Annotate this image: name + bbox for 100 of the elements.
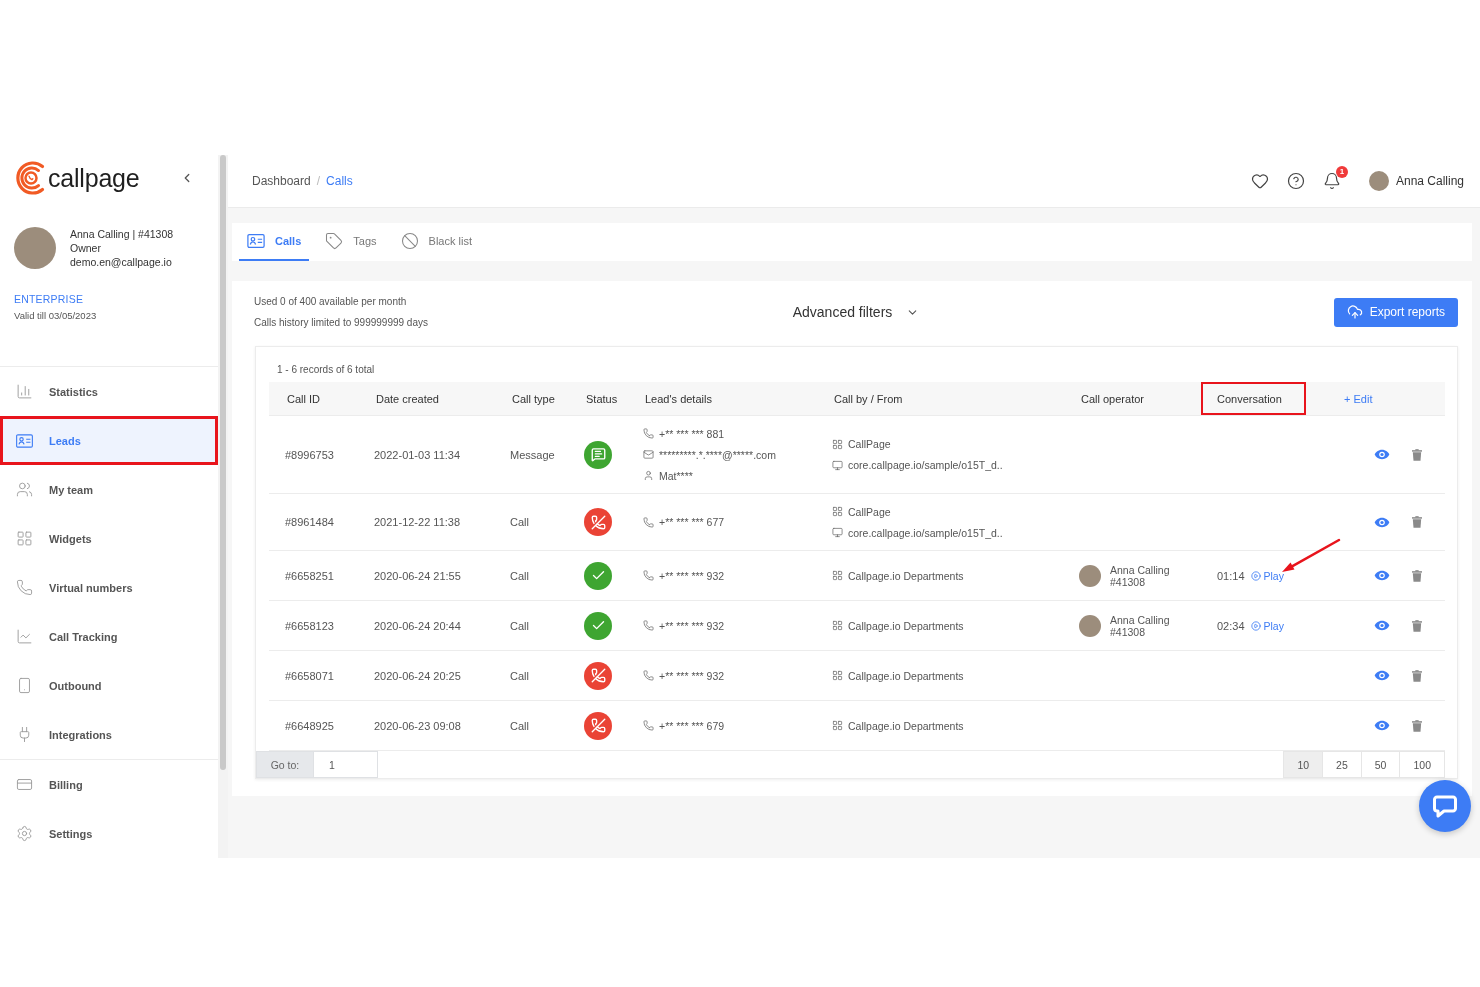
phone-icon xyxy=(643,570,654,581)
filters-toggle[interactable]: Advanced filters xyxy=(792,304,920,320)
plan-validity: Valid till 03/05/2023 xyxy=(14,309,98,323)
plan-name: ENTERPRISE xyxy=(14,292,85,307)
id-card-icon xyxy=(16,433,33,448)
table-cell-text: #6648925 xyxy=(284,718,335,734)
breadcrumb-link[interactable]: Dashboard xyxy=(252,174,311,188)
table-cell-text: #8996753 xyxy=(284,447,335,463)
call-duration: 01:14 xyxy=(1217,569,1245,582)
phone-icon xyxy=(643,620,654,631)
grid-icon xyxy=(16,530,33,547)
trash-icon[interactable] xyxy=(1412,516,1422,528)
widget-name: CallPage xyxy=(848,505,891,518)
table-cell-text: 2021-12-22 11:38 xyxy=(373,515,462,530)
operator-id: #41308 xyxy=(1110,625,1146,638)
table-cell-text: Call xyxy=(509,668,530,684)
trash-icon[interactable] xyxy=(1412,619,1422,632)
export-button[interactable]: Export reports xyxy=(1333,297,1458,327)
eye-icon[interactable] xyxy=(1374,620,1390,631)
page-url: core.callpage.io/sample/o15T_d.. xyxy=(848,459,1003,471)
mail-icon xyxy=(643,449,654,460)
avatar xyxy=(14,227,56,269)
monitor-icon xyxy=(832,527,843,538)
bell-icon[interactable] xyxy=(1322,172,1341,190)
play-icon xyxy=(1250,620,1261,631)
email-address: *********.*.****@*****.com xyxy=(659,448,776,461)
eye-icon[interactable] xyxy=(1374,570,1390,581)
avatar xyxy=(1368,171,1389,191)
table-cell-text: Call xyxy=(509,718,530,734)
help-icon[interactable] xyxy=(1286,172,1305,190)
phone-number: +** *** *** 679 xyxy=(659,719,725,732)
trash-icon[interactable] xyxy=(1412,669,1422,682)
table-cell-text: Call xyxy=(509,568,530,584)
table-cell-text: Call xyxy=(509,618,530,634)
settings-icon xyxy=(16,825,33,842)
tag-icon xyxy=(325,232,344,250)
tab[interactable]: Black list xyxy=(392,223,480,261)
profile-role: Owner xyxy=(70,241,102,255)
eye-icon[interactable] xyxy=(1374,670,1390,681)
phone-icon xyxy=(16,579,33,596)
play-link[interactable]: Play xyxy=(1250,569,1284,582)
eye-icon[interactable] xyxy=(1374,720,1390,731)
table-cell-text: 2020-06-24 21:55 xyxy=(373,568,462,584)
monitor-icon xyxy=(832,459,843,471)
lead-name: Mat**** xyxy=(659,469,693,482)
grid-icon xyxy=(832,620,843,631)
brand-name: callpage xyxy=(48,163,140,193)
edit-link[interactable]: + Edit xyxy=(1344,392,1373,405)
page-size-button[interactable]: 100 xyxy=(1399,751,1445,778)
table-cell-text: #6658251 xyxy=(284,568,335,584)
table-cell-text: #8961484 xyxy=(284,515,335,530)
grid-icon xyxy=(832,438,843,450)
ban-icon xyxy=(400,232,419,250)
tab[interactable]: Tags xyxy=(317,223,385,261)
phone-number: +** *** *** 677 xyxy=(659,516,725,528)
column-header: Conversation xyxy=(1201,382,1306,415)
table-cell-text: 2020-06-24 20:25 xyxy=(373,668,462,684)
heart-icon[interactable] xyxy=(1250,172,1269,190)
column-header: Status xyxy=(585,391,619,407)
line-chart-icon xyxy=(16,628,33,645)
bar-chart-icon xyxy=(16,383,33,400)
cloud-upload-icon xyxy=(1346,304,1363,320)
scrollbar-thumb[interactable] xyxy=(220,155,226,770)
chat-icon xyxy=(1432,794,1458,818)
grid-icon xyxy=(832,720,843,731)
widget-name: Callpage.io Departments xyxy=(848,569,964,582)
goto-label: Go to: xyxy=(256,751,314,778)
user-icon xyxy=(643,470,654,481)
grid-icon xyxy=(832,570,843,581)
tab[interactable]: Calls xyxy=(239,223,310,261)
trash-icon[interactable] xyxy=(1412,569,1422,582)
page-size-button[interactable]: 25 xyxy=(1322,751,1362,778)
page-input[interactable]: 1 xyxy=(314,751,378,778)
id-card-icon xyxy=(247,234,265,248)
breadcrumb-separator: / xyxy=(316,174,321,188)
widget-name: Callpage.io Departments xyxy=(848,619,964,632)
operator-name: Anna Calling xyxy=(1110,613,1170,626)
profile-email: demo.en@callpage.io xyxy=(70,255,173,269)
trash-icon[interactable] xyxy=(1412,448,1422,461)
breadcrumb-link[interactable]: Calls xyxy=(326,174,353,188)
play-icon xyxy=(1250,570,1261,581)
page-size-button[interactable]: 10 xyxy=(1283,751,1324,778)
phone-icon xyxy=(643,516,654,528)
page-url: core.callpage.io/sample/o15T_d.. xyxy=(848,526,1003,539)
column-header: Call type xyxy=(511,391,556,407)
eye-icon[interactable] xyxy=(1374,449,1390,460)
page-size-button[interactable]: 50 xyxy=(1360,751,1401,778)
play-link[interactable]: Play xyxy=(1250,619,1284,632)
table-cell-text: 2022-01-03 11:34 xyxy=(373,447,462,463)
table-cell-text: Message xyxy=(509,447,556,463)
eye-icon[interactable] xyxy=(1374,516,1390,528)
avatar xyxy=(1079,614,1101,637)
widget-name: CallPage xyxy=(848,438,891,450)
column-header: Lead's details xyxy=(644,391,713,407)
trash-icon[interactable] xyxy=(1412,719,1422,732)
users-icon xyxy=(16,481,33,498)
nav-item[interactable]: Leads xyxy=(0,416,218,465)
usage-text: Calls history limited to 999999999 days xyxy=(254,316,428,330)
usage-text: Used 0 of 400 available per month xyxy=(254,295,407,309)
user-menu[interactable]: Anna Calling xyxy=(1368,171,1464,191)
